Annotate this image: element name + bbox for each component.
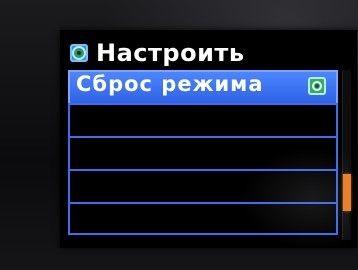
menu-item-empty-2[interactable] [68,136,338,169]
menu-header: Настроить [70,37,245,69]
menu-title: Настроить [96,39,245,67]
menu-item-empty-1[interactable] [68,103,338,136]
gear-icon [70,44,88,62]
device-photo: Настроить Сброс режима [0,0,358,270]
reset-icon [308,77,326,95]
menu-scrollbar[interactable] [342,70,351,240]
menu-item-empty-4[interactable] [68,202,338,235]
menu-item-label: Сброс режима [76,72,264,96]
menu-item-reset-mode[interactable]: Сброс режима [68,70,338,103]
settings-menu-list: Сброс режима [68,70,338,235]
menu-item-empty-3[interactable] [68,169,338,202]
scrollbar-thumb[interactable] [343,174,351,211]
device-screen: Настроить Сброс режима [60,30,357,248]
